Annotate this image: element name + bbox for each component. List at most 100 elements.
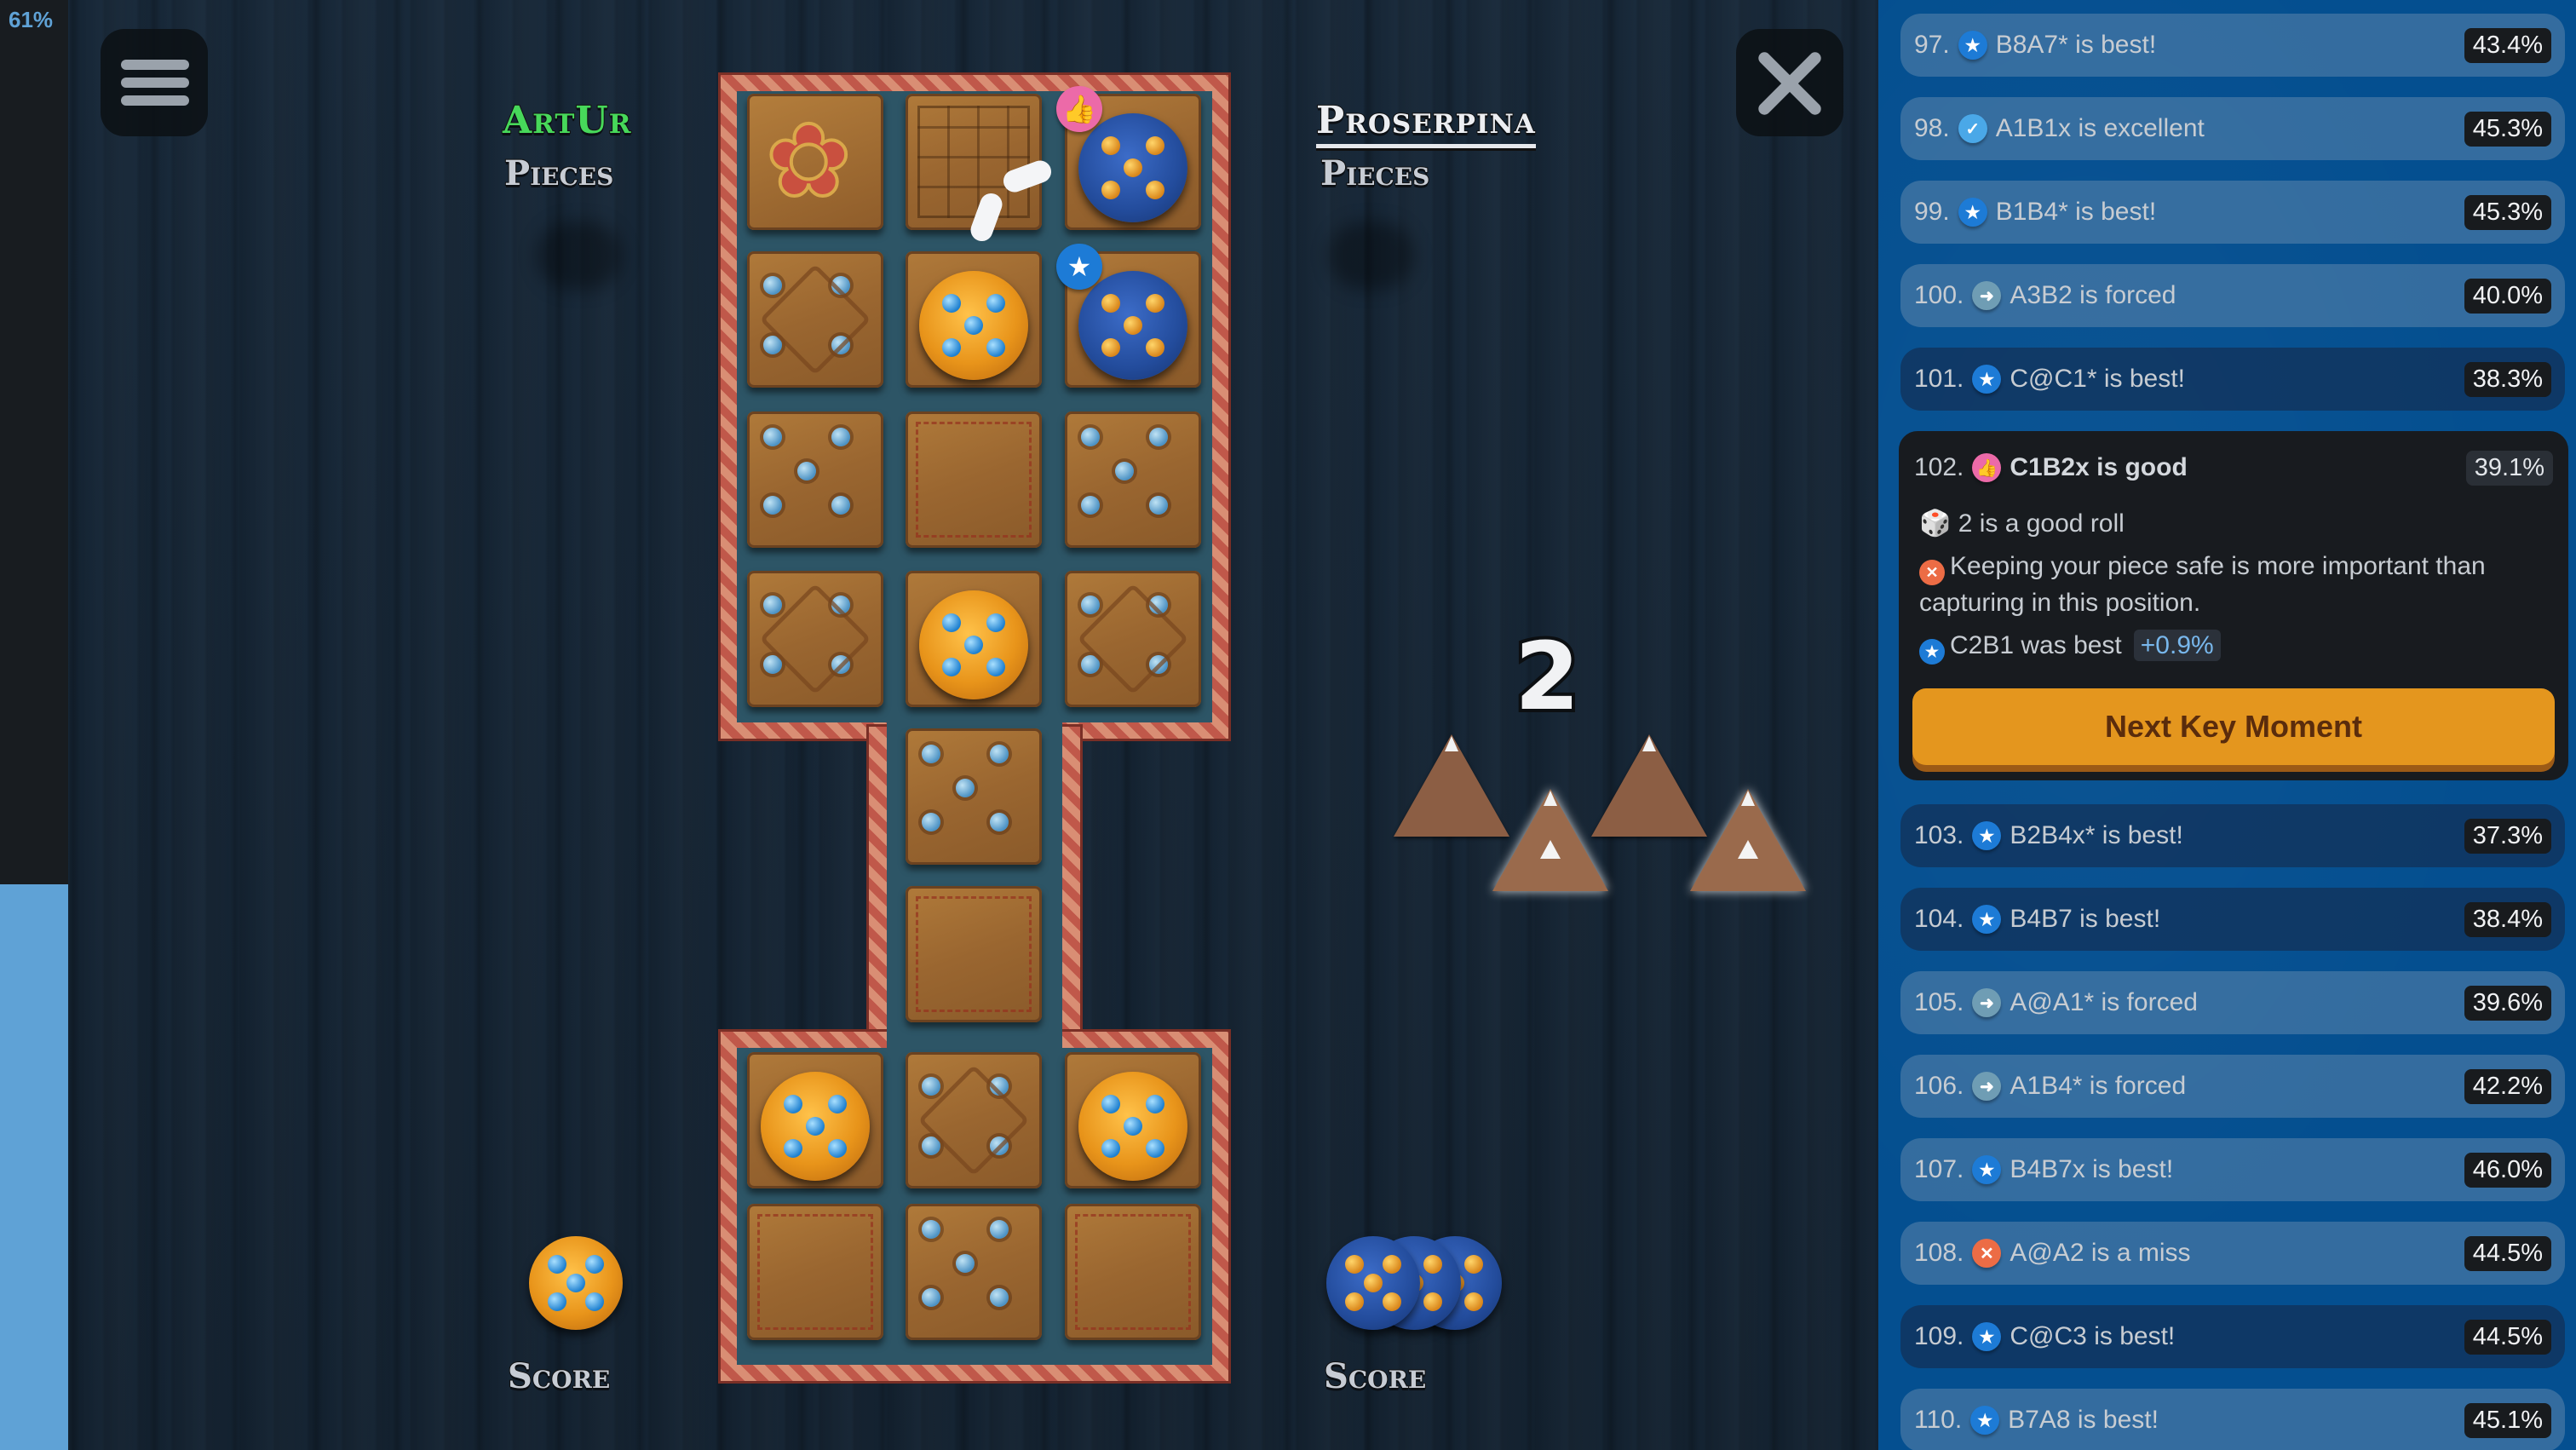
- rosette-tile[interactable]: [747, 1204, 883, 1340]
- move-number: 102.: [1914, 453, 1964, 481]
- win-percent: 44.5%: [2464, 1235, 2551, 1271]
- move-number: 107.: [1914, 1155, 1964, 1183]
- board-tile[interactable]: [1065, 571, 1201, 707]
- evaluation-bar: 61%: [0, 0, 68, 1450]
- move-description: A@A2 is a miss: [2010, 1239, 2191, 1267]
- board-tile[interactable]: [906, 411, 1042, 548]
- move-number: 98.: [1914, 114, 1950, 142]
- star-icon: ★: [1970, 1406, 2000, 1435]
- move-number: 97.: [1914, 31, 1950, 59]
- x-icon: ✕: [1972, 1239, 2002, 1268]
- move-number: 99.: [1914, 198, 1950, 226]
- move-description: C@C3 is best!: [2010, 1322, 2176, 1350]
- light-piece[interactable]: [1078, 1072, 1187, 1181]
- move-description: C@C1* is best!: [2010, 365, 2185, 393]
- move-number: 106.: [1914, 1072, 1964, 1100]
- die-marked-up: [1690, 789, 1806, 891]
- star-icon: ★: [1972, 821, 2002, 850]
- board-tile[interactable]: [747, 571, 883, 707]
- player-name-dark: Proserpina: [1315, 98, 1536, 148]
- player-name-light: ArtUr: [502, 98, 632, 143]
- move-row[interactable]: 107. ★ B4B7x is best! 46.0%: [1900, 1138, 2565, 1201]
- win-percent: 38.4%: [2464, 901, 2551, 937]
- light-piece[interactable]: [761, 1072, 870, 1181]
- close-button[interactable]: [1736, 29, 1843, 136]
- dark-piece[interactable]: [1078, 113, 1187, 222]
- move-row[interactable]: 101. ★ C@C1* is best! 38.3%: [1900, 348, 2565, 411]
- move-row[interactable]: 100. ➜ A3B2 is forced 40.0%: [1900, 264, 2565, 327]
- move-row[interactable]: 99. ★ B1B4* is best! 45.3%: [1900, 181, 2565, 244]
- win-percent: 37.3%: [2464, 818, 2551, 854]
- win-percent: 43.4%: [2464, 27, 2551, 63]
- advice-comment: ✕ Keeping your piece safe is more importa…: [1919, 552, 2486, 617]
- move-number: 110.: [1914, 1406, 1963, 1434]
- rosette-tile[interactable]: [747, 94, 883, 230]
- move-description: A3B2 is forced: [2010, 281, 2176, 309]
- move-description: B1B4* is best!: [1995, 198, 2157, 226]
- move-number: 105.: [1914, 988, 1964, 1016]
- move-description: B8A7* is best!: [1995, 31, 2157, 59]
- dice-icon: 🎲: [1919, 509, 1952, 538]
- rosette-tile[interactable]: [1065, 1204, 1201, 1340]
- scored-light-piece[interactable]: [529, 1236, 623, 1330]
- win-percent: 45.3%: [2464, 111, 2551, 147]
- move-row[interactable]: 110. ★ B7A8 is best! 45.1%: [1900, 1389, 2565, 1450]
- board-tile[interactable]: [747, 251, 883, 388]
- move-row[interactable]: 103. ★ B2B4x* is best! 37.3%: [1900, 804, 2565, 867]
- board-tile[interactable]: [906, 1052, 1042, 1188]
- win-percent: 45.3%: [2464, 194, 2551, 230]
- move-description: B2B4x* is best!: [2010, 821, 2183, 849]
- win-percent: 42.2%: [2464, 1068, 2551, 1104]
- move-number: 109.: [1914, 1322, 1964, 1350]
- move-description: B7A8 is best!: [2008, 1406, 2159, 1434]
- next-key-moment-button[interactable]: Next Key Moment: [1912, 688, 2555, 765]
- move-row[interactable]: 98. ✓ A1B1x is excellent 45.3%: [1900, 97, 2565, 160]
- dice-roll-value: 2: [1511, 619, 1583, 734]
- win-percent: 39.6%: [2464, 985, 2551, 1021]
- star-icon: ★: [1972, 1322, 2002, 1351]
- move-row[interactable]: 104. ★ B4B7 is best! 38.4%: [1900, 888, 2565, 951]
- evaluation-percent: 61%: [9, 7, 54, 32]
- move-number: 100.: [1914, 281, 1964, 309]
- score-label-light: Score: [507, 1355, 611, 1397]
- checkmark-icon: ✓: [1958, 114, 1987, 143]
- light-piece[interactable]: [919, 590, 1028, 699]
- board-tile[interactable]: [906, 886, 1042, 1022]
- board-tile[interactable]: [747, 411, 883, 548]
- menu-button[interactable]: [101, 29, 208, 136]
- move-row[interactable]: 97. ★ B8A7* is best! 43.4%: [1900, 14, 2565, 77]
- pieces-label-dark: Pieces: [1320, 152, 1430, 194]
- star-icon: ★: [1958, 198, 1987, 227]
- arrow-right-icon: ➜: [1972, 1072, 2002, 1101]
- win-percent: 46.0%: [2464, 1152, 2551, 1188]
- move-row[interactable]: 108. ✕ A@A2 is a miss 44.5%: [1900, 1222, 2565, 1285]
- win-percent: 40.0%: [2464, 278, 2551, 314]
- win-percent: 45.1%: [2464, 1402, 2551, 1438]
- pieces-label-light: Pieces: [503, 152, 614, 194]
- arrow-right-icon: ➜: [1972, 281, 2002, 310]
- dark-piece[interactable]: [1078, 271, 1187, 380]
- empty-piece-slot: [1329, 222, 1414, 290]
- move-number: 108.: [1914, 1239, 1964, 1267]
- scored-dark-piece[interactable]: [1326, 1236, 1420, 1330]
- move-description: B4B7 is best!: [2010, 905, 2161, 933]
- light-piece[interactable]: [919, 271, 1028, 380]
- star-icon: ★: [1972, 365, 2002, 394]
- move-row[interactable]: 109. ★ C@C3 is best! 44.5%: [1900, 1305, 2565, 1368]
- board-tile[interactable]: [906, 94, 1042, 230]
- move-row[interactable]: 106. ➜ A1B4* is forced 42.2%: [1900, 1055, 2565, 1118]
- star-icon: ★: [1056, 244, 1102, 290]
- board-tile[interactable]: [906, 1204, 1042, 1340]
- board-tile[interactable]: [1065, 411, 1201, 548]
- board-tile[interactable]: [906, 728, 1042, 865]
- key-moment-card: 102. 👍 C1B2x is good 39.1% 🎲 2 is a good…: [1899, 431, 2568, 780]
- move-row[interactable]: 105. ➜ A@A1* is forced 39.6%: [1900, 971, 2565, 1034]
- arrow-right-icon: ➜: [1972, 988, 2002, 1017]
- thumbs-up-icon: 👍: [1972, 453, 2002, 482]
- move-description: A1B4* is forced: [2010, 1072, 2187, 1100]
- move-number: 103.: [1914, 821, 1964, 849]
- thumbs-up-icon: 👍: [1056, 86, 1102, 132]
- star-icon: ★: [1972, 905, 2002, 934]
- move-description: A1B1x is excellent: [1995, 114, 2205, 142]
- score-label-dark: Score: [1323, 1355, 1427, 1397]
